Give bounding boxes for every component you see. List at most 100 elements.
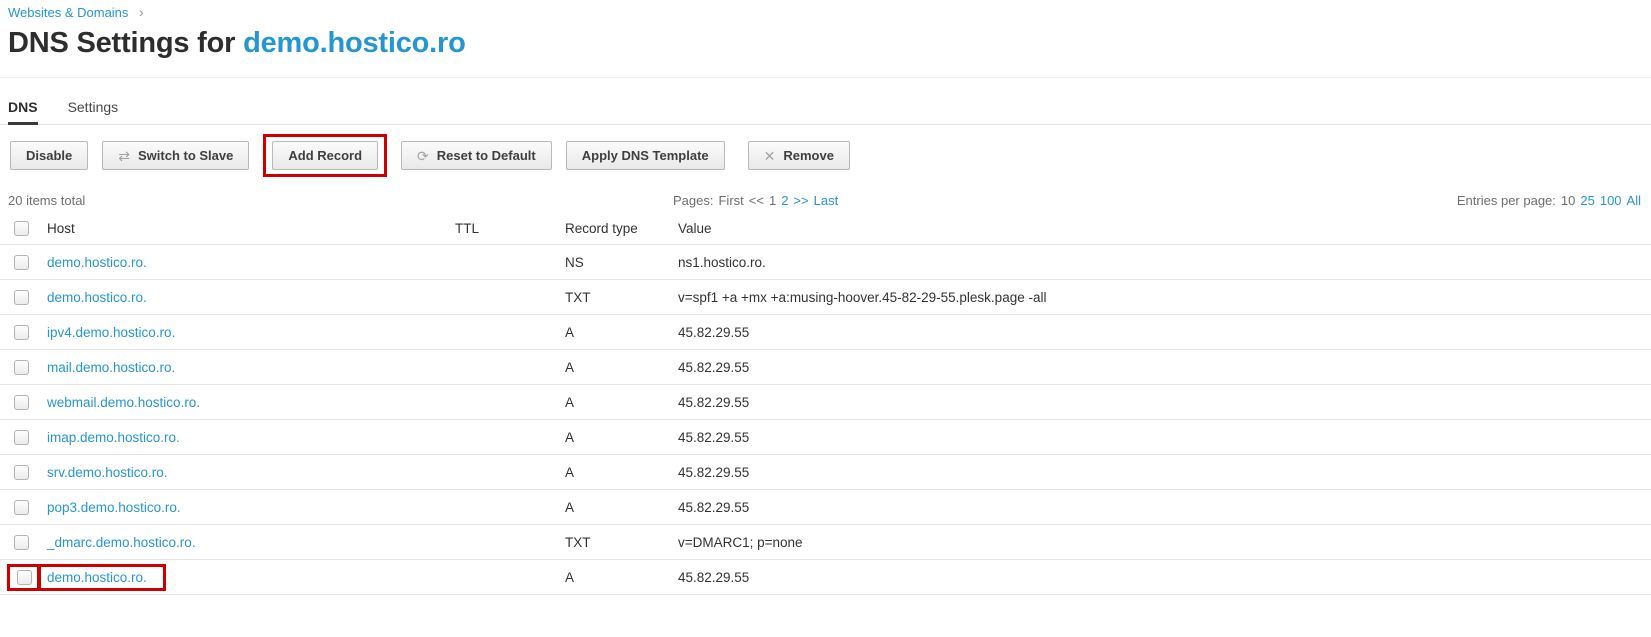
table-row: ipv4.demo.hostico.ro. A 45.82.29.55 xyxy=(0,315,1651,350)
host-cell: ipv4.demo.hostico.ro. xyxy=(47,325,455,340)
host-cell: demo.hostico.ro. xyxy=(37,563,455,591)
table-row: imap.demo.hostico.ro. A 45.82.29.55 xyxy=(0,420,1651,455)
last-page[interactable]: Last xyxy=(814,193,839,208)
button-label: Disable xyxy=(26,148,73,163)
table-row: demo.hostico.ro. A 45.82.29.55 xyxy=(0,560,1651,595)
apply-dns-template-button[interactable]: Apply DNS Template xyxy=(565,141,725,170)
add-record-button[interactable]: Add Record xyxy=(272,141,379,170)
value-cell: 45.82.29.55 xyxy=(678,429,750,445)
row-checkbox[interactable] xyxy=(14,324,29,340)
host-cell: srv.demo.hostico.ro. xyxy=(47,465,455,480)
next-page[interactable]: >> xyxy=(793,193,808,208)
entries-per-page: Entries per page: 10 25 100 All xyxy=(1457,193,1641,208)
host-cell: imap.demo.hostico.ro. xyxy=(47,430,455,445)
row-checkbox[interactable] xyxy=(14,499,29,515)
column-header-host[interactable]: Host xyxy=(47,221,455,236)
disable-button[interactable]: Disable xyxy=(10,141,89,170)
page-title-domain: demo.hostico.ro xyxy=(243,27,466,59)
breadcrumb: Websites & Domains › xyxy=(8,4,1641,21)
table-row: srv.demo.hostico.ro. A 45.82.29.55 xyxy=(0,455,1651,490)
record-type-cell: A xyxy=(565,324,575,340)
tab-bar: DNS Settings xyxy=(0,99,1651,125)
table-header-row: Host TTL Record type Value xyxy=(0,212,1651,245)
button-label: Switch to Slave xyxy=(137,148,234,163)
switch-arrows-icon: ⇄ xyxy=(118,147,130,164)
row-checkbox-cell xyxy=(10,429,47,445)
table-body: demo.hostico.ro. NS ns1.hostico.ro. demo… xyxy=(0,245,1651,595)
record-type-cell: NS xyxy=(565,254,584,270)
value-cell: 45.82.29.55 xyxy=(678,499,750,515)
tab-settings[interactable]: Settings xyxy=(68,99,119,125)
record-type-cell: TXT xyxy=(565,289,591,305)
table-row: _dmarc.demo.hostico.ro. TXT v=DMARC1; p=… xyxy=(0,525,1651,560)
row-checkbox[interactable] xyxy=(14,254,29,270)
host-link[interactable]: pop3.demo.hostico.ro. xyxy=(47,500,181,515)
host-link[interactable]: srv.demo.hostico.ro. xyxy=(47,465,168,480)
row-checkbox[interactable] xyxy=(14,534,29,550)
pagination-label: Pages: xyxy=(673,192,714,208)
row-checkbox[interactable] xyxy=(14,464,29,480)
host-cell: pop3.demo.hostico.ro. xyxy=(47,500,455,515)
per-page-all[interactable]: All xyxy=(1627,193,1641,208)
table-row: demo.hostico.ro. NS ns1.hostico.ro. xyxy=(0,245,1651,280)
row-checkbox-cell xyxy=(10,394,47,410)
first-page: First xyxy=(718,192,744,208)
record-type-cell: A xyxy=(565,429,575,445)
per-page-100[interactable]: 100 xyxy=(1600,193,1622,208)
per-page-10: 10 xyxy=(1560,192,1576,208)
table-row: demo.hostico.ro. TXT v=spf1 +a +mx +a:mu… xyxy=(0,280,1651,315)
list-info: 20 items total Pages: First << 1 2 >> Last Ent… xyxy=(0,190,1651,210)
button-label: Reset to Default xyxy=(436,148,536,163)
reset-refresh-icon: ⟳ xyxy=(417,147,429,164)
row-checkbox-cell xyxy=(10,324,47,340)
remove-button[interactable]: ✕ Remove xyxy=(747,141,850,170)
button-label: Apply DNS Template xyxy=(581,148,709,163)
select-all-cell xyxy=(10,220,47,236)
table-row: webmail.demo.hostico.ro. A 45.82.29.55 xyxy=(0,385,1651,420)
host-cell: mail.demo.hostico.ro. xyxy=(47,360,455,375)
tab-dns[interactable]: DNS xyxy=(8,99,38,125)
dns-records-table: Host TTL Record type Value demo.hostico.… xyxy=(0,212,1651,595)
button-label: Remove xyxy=(783,148,834,163)
reset-to-default-button[interactable]: ⟳ Reset to Default xyxy=(401,141,552,170)
chevron-right-icon: › xyxy=(139,4,144,20)
host-link[interactable]: demo.hostico.ro. xyxy=(47,255,147,270)
row-checkbox-cell xyxy=(10,499,47,515)
row-checkbox[interactable] xyxy=(14,359,29,375)
record-type-cell: TXT xyxy=(565,534,591,550)
host-link[interactable]: webmail.demo.hostico.ro. xyxy=(47,395,200,410)
value-cell: 45.82.29.55 xyxy=(678,464,750,480)
pagination: Pages: First << 1 2 >> Last xyxy=(673,193,838,208)
row-checkbox-cell xyxy=(10,359,47,375)
record-type-cell: A xyxy=(565,359,575,375)
items-total: 20 items total xyxy=(8,192,86,208)
value-cell: 45.82.29.55 xyxy=(678,569,750,585)
host-link[interactable]: demo.hostico.ro. xyxy=(47,570,147,585)
entries-per-page-label: Entries per page: xyxy=(1456,192,1556,208)
value-cell: ns1.hostico.ro. xyxy=(678,254,766,270)
host-link[interactable]: _dmarc.demo.hostico.ro. xyxy=(47,535,196,550)
table-row: mail.demo.hostico.ro. A 45.82.29.55 xyxy=(0,350,1651,385)
per-page-25[interactable]: 25 xyxy=(1580,193,1594,208)
row-checkbox[interactable] xyxy=(14,289,29,305)
page-2[interactable]: 2 xyxy=(781,193,788,208)
host-cell: demo.hostico.ro. xyxy=(47,290,455,305)
switch-to-slave-button[interactable]: ⇄ Switch to Slave xyxy=(102,141,250,170)
column-header-record-type[interactable]: Record type xyxy=(565,221,678,236)
host-link[interactable]: mail.demo.hostico.ro. xyxy=(47,360,175,375)
select-all-checkbox[interactable] xyxy=(14,220,29,236)
record-type-cell: A xyxy=(565,569,575,585)
column-header-value[interactable]: Value xyxy=(678,221,1641,236)
row-checkbox[interactable] xyxy=(17,569,32,585)
row-checkbox[interactable] xyxy=(14,429,29,445)
host-link[interactable]: imap.demo.hostico.ro. xyxy=(47,430,180,445)
toolbar: Disable ⇄ Switch to Slave Add Record ⟳ Reset … xyxy=(0,133,1651,178)
breadcrumb-websites-domains[interactable]: Websites & Domains xyxy=(8,5,128,20)
host-link[interactable]: demo.hostico.ro. xyxy=(47,290,147,305)
row-checkbox[interactable] xyxy=(14,394,29,410)
column-header-ttl[interactable]: TTL xyxy=(455,221,565,236)
row-checkbox-cell xyxy=(10,254,47,270)
dns-settings-page: Websites & Domains › DNS Settings for de… xyxy=(0,0,1651,595)
host-link[interactable]: ipv4.demo.hostico.ro. xyxy=(47,325,175,340)
value-cell: v=spf1 +a +mx +a:musing-hoover.45-82-29-… xyxy=(678,289,1047,305)
